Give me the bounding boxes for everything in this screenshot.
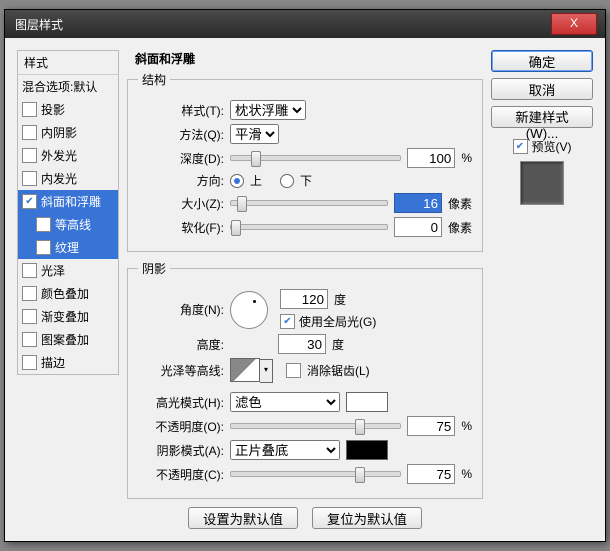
style-item-11[interactable]: 图案叠加: [18, 328, 118, 351]
shadow-mode-label: 阴影模式(A):: [138, 442, 224, 459]
style-item-6[interactable]: 等高线: [18, 213, 118, 236]
reset-default-button[interactable]: 复位为默认值: [312, 507, 422, 529]
style-item-label: 纹理: [55, 239, 79, 256]
style-item-checkbox[interactable]: [22, 355, 37, 370]
technique-select[interactable]: 平滑: [230, 124, 279, 144]
style-item-checkbox[interactable]: [22, 102, 37, 117]
depth-input[interactable]: [407, 148, 455, 168]
style-item-label: 混合选项:默认: [22, 78, 97, 95]
shading-legend: 阴影: [138, 260, 170, 277]
style-item-label: 投影: [41, 101, 65, 118]
direction-label: 方向:: [138, 172, 224, 189]
style-item-checkbox[interactable]: [22, 263, 37, 278]
gloss-contour-picker[interactable]: ▾: [230, 358, 260, 382]
angle-dial[interactable]: [230, 291, 268, 329]
highlight-opacity-input[interactable]: [407, 416, 455, 436]
panel-title: 斜面和浮雕: [135, 50, 483, 67]
style-item-label: 斜面和浮雕: [41, 193, 101, 210]
style-item-checkbox[interactable]: [22, 171, 37, 186]
preview-swatch: [520, 161, 564, 205]
style-item-0[interactable]: 混合选项:默认: [18, 75, 118, 98]
style-item-checkbox[interactable]: [22, 309, 37, 324]
angle-input[interactable]: [280, 289, 328, 309]
highlight-opacity-label: 不透明度(O):: [138, 418, 224, 435]
size-input[interactable]: [394, 193, 442, 213]
style-item-checkbox[interactable]: [36, 240, 51, 255]
style-item-label: 外发光: [41, 147, 77, 164]
preview-label: 预览(V): [532, 138, 572, 155]
style-item-4[interactable]: 内发光: [18, 167, 118, 190]
highlight-opacity-slider[interactable]: [230, 423, 401, 429]
direction-down-radio[interactable]: [280, 174, 294, 188]
shadow-opacity-input[interactable]: [407, 464, 455, 484]
style-item-label: 渐变叠加: [41, 308, 89, 325]
highlight-mode-label: 高光模式(H):: [138, 394, 224, 411]
style-item-checkbox[interactable]: [22, 194, 37, 209]
style-item-8[interactable]: 光泽: [18, 259, 118, 282]
style-item-5[interactable]: 斜面和浮雕: [18, 190, 118, 213]
style-item-label: 描边: [41, 354, 65, 371]
style-item-7[interactable]: 纹理: [18, 236, 118, 259]
antialias-checkbox[interactable]: [286, 363, 301, 378]
styles-list: 样式 混合选项:默认投影内阴影外发光内发光斜面和浮雕等高线纹理光泽颜色叠加渐变叠…: [17, 50, 119, 375]
style-item-label: 光泽: [41, 262, 65, 279]
style-item-checkbox[interactable]: [36, 217, 51, 232]
window-title: 图层样式: [15, 16, 63, 33]
pixel-unit: 像素: [448, 195, 472, 212]
style-item-1[interactable]: 投影: [18, 98, 118, 121]
style-item-2[interactable]: 内阴影: [18, 121, 118, 144]
style-item-10[interactable]: 渐变叠加: [18, 305, 118, 328]
size-label: 大小(Z):: [138, 195, 224, 212]
direction-up-radio[interactable]: [230, 174, 244, 188]
shadow-opacity-label: 不透明度(C):: [138, 466, 224, 483]
style-label: 样式(T):: [138, 102, 224, 119]
style-item-checkbox[interactable]: [22, 125, 37, 140]
style-item-label: 等高线: [55, 216, 91, 233]
style-item-label: 颜色叠加: [41, 285, 89, 302]
shadow-mode-select[interactable]: 正片叠底: [230, 440, 340, 460]
highlight-mode-select[interactable]: 滤色: [230, 392, 340, 412]
soften-label: 软化(F):: [138, 219, 224, 236]
altitude-input[interactable]: [278, 334, 326, 354]
highlight-color-swatch[interactable]: [346, 392, 388, 412]
altitude-label: 高度:: [138, 336, 224, 353]
make-default-button[interactable]: 设置为默认值: [188, 507, 298, 529]
percent-unit: %: [461, 151, 472, 165]
gloss-contour-label: 光泽等高线:: [138, 362, 224, 379]
angle-label: 角度(N):: [138, 301, 224, 318]
style-item-checkbox[interactable]: [22, 286, 37, 301]
style-select[interactable]: 枕状浮雕: [230, 100, 306, 120]
shadow-opacity-slider[interactable]: [230, 471, 401, 477]
ok-button[interactable]: 确定: [491, 50, 593, 72]
soften-slider[interactable]: [230, 224, 388, 230]
style-item-3[interactable]: 外发光: [18, 144, 118, 167]
shadow-color-swatch[interactable]: [346, 440, 388, 460]
styles-header: 样式: [18, 51, 118, 75]
style-item-label: 图案叠加: [41, 331, 89, 348]
layer-style-dialog: 图层样式 X 样式 混合选项:默认投影内阴影外发光内发光斜面和浮雕等高线纹理光泽…: [4, 9, 606, 542]
shading-group: 阴影 角度(N): 度 使用全局光(G) 高度: 度: [127, 260, 483, 499]
cancel-button[interactable]: 取消: [491, 78, 593, 100]
soften-input[interactable]: [394, 217, 442, 237]
depth-label: 深度(D):: [138, 150, 224, 167]
style-item-label: 内发光: [41, 170, 77, 187]
technique-label: 方法(Q):: [138, 126, 224, 143]
new-style-button[interactable]: 新建样式(W)...: [491, 106, 593, 128]
titlebar[interactable]: 图层样式 X: [5, 10, 605, 38]
size-slider[interactable]: [230, 200, 388, 206]
style-item-checkbox[interactable]: [22, 332, 37, 347]
global-light-checkbox[interactable]: [280, 314, 295, 329]
structure-legend: 结构: [138, 71, 170, 88]
pixel-unit2: 像素: [448, 219, 472, 236]
style-item-checkbox[interactable]: [22, 148, 37, 163]
close-button[interactable]: X: [551, 13, 597, 35]
structure-group: 结构 样式(T): 枕状浮雕 方法(Q): 平滑 深度(D): % 方向: 上 …: [127, 71, 483, 252]
preview-checkbox[interactable]: [513, 139, 528, 154]
style-item-label: 内阴影: [41, 124, 77, 141]
style-item-9[interactable]: 颜色叠加: [18, 282, 118, 305]
depth-slider[interactable]: [230, 155, 401, 161]
style-item-12[interactable]: 描边: [18, 351, 118, 374]
